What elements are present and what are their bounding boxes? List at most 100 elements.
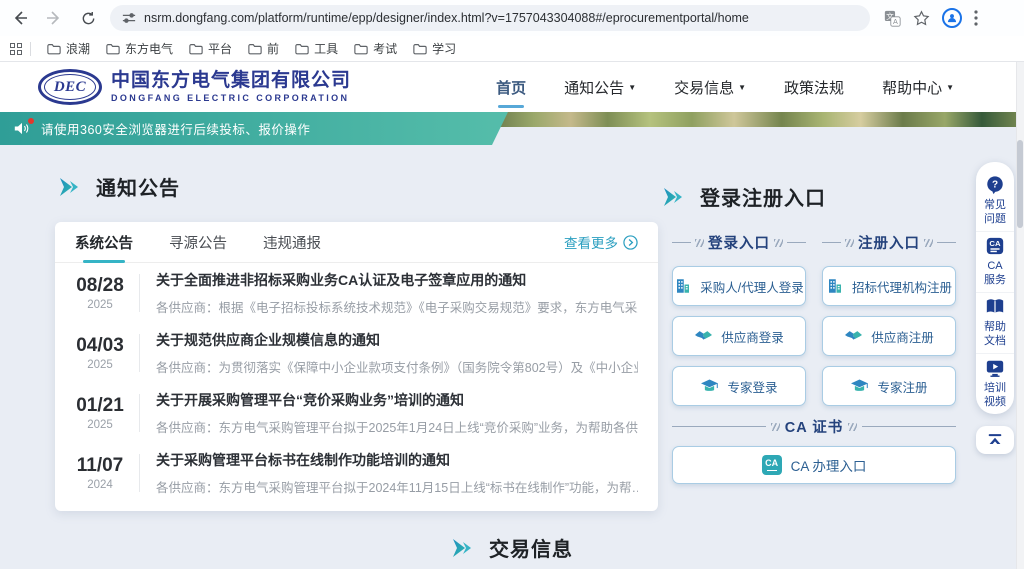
announcement-title[interactable]: 关于采购管理平台标书在线制作功能培训的通知 [156, 450, 638, 470]
bookmark-folder[interactable]: 东方电气 [106, 40, 173, 57]
announcement-title[interactable]: 关于规范供应商企业规模信息的通知 [156, 330, 638, 350]
divider [139, 454, 140, 492]
ca-apply-button[interactable]: CA CA 办理入口 [672, 446, 956, 484]
divider [139, 274, 140, 312]
divider [139, 334, 140, 372]
company-name-en: DONGFANG ELECTRIC CORPORATION [111, 93, 351, 103]
reload-icon[interactable] [74, 4, 102, 32]
bookmarks-bar: 浪潮 东方电气 平台 前 工具 考试 学习 [0, 36, 1024, 62]
chevron-down-icon: ▼ [946, 83, 954, 92]
bookmark-folder[interactable]: 学习 [413, 40, 456, 57]
section-arrow-icon [662, 187, 686, 207]
warning-text: 请使用360安全浏览器进行后续投标、报价操作 [41, 119, 310, 138]
browser-actions: 文A [884, 8, 978, 28]
portal-buttons: 采购人/代理人登录 招标代理机构注册 供应商登录 供应商注册 专家登录 专家注册 [672, 266, 956, 406]
expert-login-button[interactable]: 专家登录 [672, 366, 806, 406]
announcement-desc: 各供应商：东方电气采购管理平台拟于2024年11月15日上线“标书在线制作”功能… [156, 477, 638, 496]
bookmark-label[interactable]: 工具 [314, 40, 338, 57]
bookmark-label[interactable]: 平台 [208, 40, 232, 57]
announcement-title[interactable]: 关于全面推进非招标采购业务CA认证及电子签章应用的通知 [156, 270, 638, 290]
bookmark-label[interactable]: 浪潮 [66, 40, 90, 57]
site-settings-icon[interactable] [122, 11, 136, 25]
tab-sourcing-announcements[interactable]: 寻源公告 [169, 222, 227, 263]
browser-menu-icon[interactable] [974, 10, 978, 26]
site-header: DEC 中国东方电气集团有限公司 DONGFANG ELECTRIC CORPO… [0, 62, 1024, 112]
divider [139, 394, 140, 432]
bookmark-label[interactable]: 东方电气 [125, 40, 173, 57]
circle-chevron-right-icon [623, 235, 638, 250]
address-bar[interactable]: nsrm.dongfang.com/platform/runtime/epp/d… [110, 5, 870, 31]
bookmark-label[interactable]: 考试 [373, 40, 397, 57]
bookmark-folder[interactable]: 平台 [189, 40, 232, 57]
bookmark-folder[interactable]: 工具 [295, 40, 338, 57]
collapse-rail-button[interactable] [976, 426, 1014, 454]
bookmark-label[interactable]: 学习 [432, 40, 456, 57]
logo-abbr: DEC [54, 79, 86, 96]
login-register-heading: 登录注册入口 [662, 182, 826, 211]
profile-avatar-icon[interactable] [942, 8, 962, 28]
view-more-link[interactable]: 查看更多 [564, 232, 638, 252]
company-logo[interactable]: DEC 中国东方电气集团有限公司 DONGFANG ELECTRIC CORPO… [38, 69, 351, 105]
buyer-agent-login-button[interactable]: 采购人/代理人登录 [672, 266, 806, 306]
graduation-cap-icon [700, 378, 719, 395]
nav-trade-info[interactable]: 交易信息▼ [672, 71, 748, 104]
collapse-up-icon [986, 433, 1004, 447]
expert-register-button[interactable]: 专家注册 [822, 366, 956, 406]
announcement-date: 04/03 2025 [71, 335, 129, 371]
ca-group-label: CA 证书 [672, 416, 956, 437]
bookmark-star-icon[interactable] [913, 10, 930, 27]
alert-dot [28, 118, 34, 124]
tab-system-announcements[interactable]: 系统公告 [75, 222, 133, 263]
tab-violation-reports[interactable]: 违规通报 [263, 222, 321, 263]
section-arrow-icon [451, 538, 475, 558]
forward-icon[interactable] [40, 4, 68, 32]
announcement-desc: 各供应商：东方电气采购管理平台拟于2025年1月24日上线“竞价采购”业务，为帮… [156, 417, 638, 436]
divider [30, 42, 31, 56]
register-group-label: 注册入口 [822, 232, 956, 253]
graduation-cap-icon [850, 378, 869, 395]
help-docs-button[interactable]: 帮助文档 [976, 292, 1014, 353]
bookmark-folder[interactable]: 考试 [354, 40, 397, 57]
supplier-register-button[interactable]: 供应商注册 [822, 316, 956, 356]
page-scrollbar[interactable] [1016, 62, 1024, 569]
bidding-agency-register-button[interactable]: 招标代理机构注册 [822, 266, 956, 306]
trade-info-heading: 交易信息 [0, 533, 1024, 562]
apps-grid-icon[interactable] [10, 43, 22, 55]
ca-badge-icon: CA [762, 455, 782, 475]
handshake-icon [694, 328, 713, 345]
bookmark-folder[interactable]: 前 [248, 40, 279, 57]
announcement-row[interactable]: 11/07 2024 关于采购管理平台标书在线制作功能培训的通知 各供应商：东方… [55, 443, 658, 503]
building-icon [674, 277, 692, 295]
supplier-login-button[interactable]: 供应商登录 [672, 316, 806, 356]
nav-help-center[interactable]: 帮助中心▼ [880, 71, 956, 104]
nav-policies[interactable]: 政策法规 [782, 71, 846, 104]
ca-service-button[interactable]: CA CA服务 [976, 231, 1014, 292]
nav-home[interactable]: 首页 [494, 71, 528, 104]
nav-announcements[interactable]: 通知公告▼ [562, 71, 638, 104]
announcement-row[interactable]: 08/28 2025 关于全面推进非招标采购业务CA认证及电子签章应用的通知 各… [55, 263, 658, 323]
chevron-down-icon: ▼ [628, 83, 636, 92]
announcement-title[interactable]: 关于开展采购管理平台“竞价采购业务”培训的通知 [156, 390, 638, 410]
bookmark-folder[interactable]: 浪潮 [47, 40, 90, 57]
back-icon[interactable] [6, 4, 34, 32]
announcements-card: 系统公告 寻源公告 违规通报 查看更多 08/28 2025 关于全面推进非招标… [55, 222, 658, 511]
video-icon [985, 358, 1005, 378]
announcement-row[interactable]: 04/03 2025 关于规范供应商企业规模信息的通知 各供应商：为贯彻落实《保… [55, 323, 658, 383]
section-arrow-icon [58, 177, 82, 197]
announcements-heading: 通知公告 [58, 172, 180, 201]
page: nsrm.dongfang.com/platform/runtime/epp/d… [0, 0, 1024, 569]
translate-icon[interactable]: 文A [884, 10, 901, 27]
announcement-tabs: 系统公告 寻源公告 违规通报 查看更多 [55, 222, 658, 263]
scrollbar-thumb[interactable] [1017, 140, 1023, 228]
announcement-desc: 各供应商：为贯彻落实《保障中小企业款项支付条例》（国务院令第802号）及《中小企… [156, 357, 638, 376]
bookmark-label[interactable]: 前 [267, 40, 279, 57]
announcement-date: 11/07 2024 [71, 455, 129, 491]
dec-logo-icon: DEC [38, 69, 102, 105]
url-text[interactable]: nsrm.dongfang.com/platform/runtime/epp/d… [144, 11, 749, 25]
handshake-icon [844, 328, 863, 345]
training-videos-button[interactable]: 培训视频 [976, 353, 1014, 414]
faq-button[interactable]: ? 常见问题 [976, 171, 1014, 231]
announcement-desc: 各供应商：根据《电子招标投标系统技术规范》《电子采购交易规范》要求，东方电气采购… [156, 297, 638, 316]
announcement-row[interactable]: 01/21 2025 关于开展采购管理平台“竞价采购业务”培训的通知 各供应商：… [55, 383, 658, 443]
browser-toolbar: nsrm.dongfang.com/platform/runtime/epp/d… [0, 0, 1024, 36]
